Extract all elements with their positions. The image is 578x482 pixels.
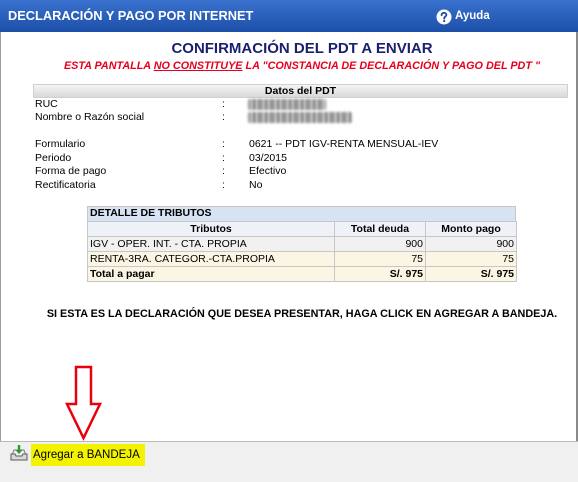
top-header-bar: DECLARACIÓN Y PAGO POR INTERNET Ayuda [0,0,578,32]
table-header-row: Tributos Total deuda Monto pago [87,221,517,237]
monto-pago-cell: 75 [425,251,517,267]
field-label: Rectificatoria [35,178,96,191]
total-label: Total a pagar [87,266,335,282]
field-separator: : [222,111,225,123]
field-separator: : [222,97,225,110]
bottom-toolbar: Agregar a BANDEJA [0,441,578,482]
help-link[interactable]: Ayuda [436,8,490,25]
tributos-table: Tributos Total deuda Monto pago IGV - OP… [87,221,517,282]
field-row-ruc: RUC : [0,98,578,112]
field-row-forma-pago: Forma de pago : Efectivo [0,165,578,179]
warning-emphasis: NO CONSTITUYE [153,60,243,72]
table-total-row: Total a pagar S/. 975 S/. 975 [87,266,517,282]
table-row: IGV - OPER. INT. - CTA. PROPIA 900 900 [87,236,517,252]
razon-social-value-redacted [248,112,352,123]
ruc-value-redacted [248,98,326,110]
field-label: Periodo [35,151,72,164]
field-row-periodo: Periodo : 03/2015 [0,152,578,166]
section-header-datos-pdt: Datos del PDT [33,84,568,98]
tributos-title: DETALLE DE TRIBUTOS [87,206,516,221]
field-label: Formulario [35,138,86,150]
field-value: Efectivo [249,165,287,177]
field-label: Nombre o Razón social [35,111,145,123]
column-header-monto-pago: Monto pago [425,221,517,237]
instruction-text: SI ESTA ES LA DECLARACIÓN QUE DESEA PRES… [46,308,558,320]
table-row: RENTA-3RA. CATEGOR.-CTA.PROPIA 75 75 [87,251,517,267]
down-arrow-icon [65,365,102,441]
app-title: DECLARACIÓN Y PAGO POR INTERNET [8,8,254,23]
field-value: No [249,178,263,191]
warning-text: ESTA PANTALLA NO CONSTITUYE LA "CONSTANC… [26,59,578,73]
tributo-name: IGV - OPER. INT. - CTA. PROPIA [87,236,335,252]
page-title: CONFIRMACIÓN DEL PDT A ENVIAR [171,40,433,57]
question-circle-icon[interactable] [436,9,452,25]
total-deuda-cell: 900 [334,236,426,252]
field-row-formulario: Formulario : 0621 -- PDT IGV-RENTA MENSU… [0,138,578,152]
tributo-name: RENTA-3RA. CATEGOR.-CTA.PROPIA [87,251,335,267]
field-row-razon-social: Nombre o Razón social : [0,111,578,125]
field-separator: : [222,151,225,164]
total-deuda-cell: 75 [334,251,426,267]
field-separator: : [222,165,225,177]
column-header-tributos: Tributos [87,221,335,237]
field-value: 03/2015 [249,151,287,164]
field-label: RUC [35,97,58,110]
field-separator: : [222,138,225,150]
monto-pago-sum: S/. 975 [425,266,517,282]
field-row-spacer [0,125,578,139]
field-separator: : [222,178,225,191]
pdt-fields: RUC : Nombre o Razón social : Formulario… [0,98,578,193]
warning-pre: ESTA PANTALLA [63,60,154,72]
warning-post: LA "CONSTANCIA DE DECLARACIÓN Y PAGO DEL… [242,60,541,72]
column-header-total-deuda: Total deuda [334,221,426,237]
add-to-tray-icon[interactable] [10,444,28,462]
field-row-rectificatoria: Rectificatoria : No [0,179,578,193]
total-deuda-sum: S/. 975 [334,266,426,282]
monto-pago-cell: 900 [425,236,517,252]
add-to-tray-button[interactable]: Agregar a BANDEJA [8,443,148,466]
field-label: Forma de pago [35,165,107,177]
add-to-tray-label[interactable]: Agregar a BANDEJA [31,444,145,466]
help-label[interactable]: Ayuda [455,8,490,25]
field-value: 0621 -- PDT IGV-RENTA MENSUAL-IEV [249,138,439,150]
